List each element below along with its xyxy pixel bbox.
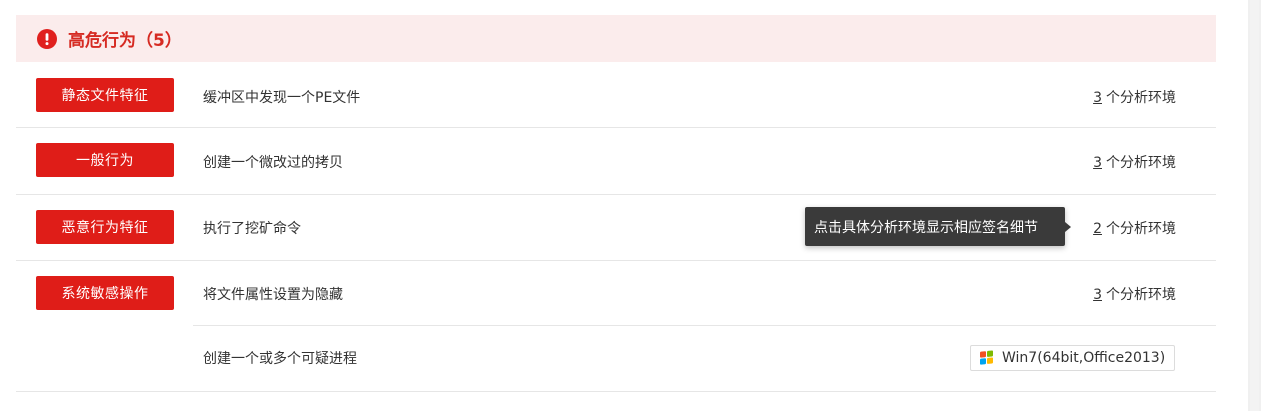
env-count-link[interactable]: 3 个分析环境 — [1093, 284, 1176, 304]
env-count[interactable]: 2 — [1093, 221, 1102, 237]
behavior-description: 将文件属性设置为隐藏 — [203, 287, 343, 303]
env-count[interactable]: 3 — [1093, 287, 1102, 303]
section-header-high-risk[interactable]: 高危行为（5） — [16, 15, 1216, 62]
behavior-description: 缓冲区中发现一个PE文件 — [203, 90, 361, 106]
category-tag: 系统敏感操作 — [36, 276, 174, 310]
section-title: 高危行为（5） — [68, 31, 182, 51]
env-count[interactable]: 3 — [1093, 155, 1102, 171]
behavior-row: 系统敏感操作 将文件属性设置为隐藏 3 个分析环境 — [16, 261, 1216, 327]
behavior-row: 一般行为 创建一个微改过的拷贝 3 个分析环境 — [16, 128, 1216, 194]
env-count-label: 个分析环境 — [1106, 90, 1176, 106]
env-chip-win7[interactable]: Win7(64bit,Office2013) — [970, 345, 1175, 371]
env-count-link[interactable]: 3 个分析环境 — [1093, 152, 1176, 172]
windows-icon — [980, 350, 994, 365]
behavior-description: 创建一个或多个可疑进程 — [203, 351, 357, 367]
tooltip: 点击具体分析环境显示相应签名细节 — [805, 207, 1065, 246]
alert-icon — [37, 28, 57, 49]
scrollbar-thumb[interactable] — [1250, 0, 1259, 411]
env-count-label: 个分析环境 — [1106, 221, 1176, 237]
behavior-panel: 高危行为（5） 静态文件特征 缓冲区中发现一个PE文件 3 个分析环境 一般行为 … — [0, 0, 1261, 411]
env-count[interactable]: 3 — [1093, 90, 1102, 106]
env-count-link[interactable]: 3 个分析环境 — [1093, 87, 1176, 107]
behavior-description: 执行了挖矿命令 — [203, 221, 301, 237]
behavior-row: 静态文件特征 缓冲区中发现一个PE文件 3 个分析环境 — [16, 62, 1216, 128]
tooltip-text: 点击具体分析环境显示相应签名细节 — [814, 219, 1038, 236]
category-tag: 一般行为 — [36, 143, 174, 177]
row-divider — [16, 391, 1216, 392]
env-count-link[interactable]: 2 个分析环境 — [1093, 218, 1176, 238]
category-tag: 恶意行为特征 — [36, 210, 174, 244]
env-name: Win7(64bit,Office2013) — [1002, 350, 1166, 366]
tooltip-arrow — [1065, 222, 1071, 232]
env-count-label: 个分析环境 — [1106, 287, 1176, 303]
category-tag: 静态文件特征 — [36, 78, 174, 112]
behavior-description: 创建一个微改过的拷贝 — [203, 155, 343, 171]
env-count-label: 个分析环境 — [1106, 155, 1176, 171]
